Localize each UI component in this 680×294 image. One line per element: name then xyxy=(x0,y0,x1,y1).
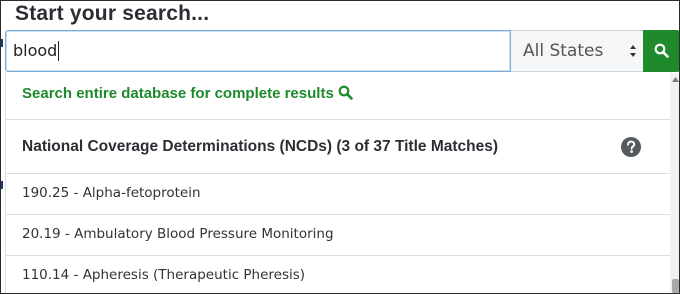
divider xyxy=(6,214,671,215)
edge-marker xyxy=(1,181,3,189)
search-icon xyxy=(338,85,353,100)
result-item[interactable]: 20.19 - Ambulatory Blood Pressure Monito… xyxy=(22,225,334,243)
page-title: Start your search... xyxy=(15,2,210,25)
section-title: National Coverage Determinations (NCDs) … xyxy=(22,138,499,155)
search-widget: Start your search... blood All States Se… xyxy=(0,0,680,294)
search-suggestions: Search entire database for complete resu… xyxy=(5,73,672,293)
divider xyxy=(6,119,671,120)
result-item[interactable]: 110.14 - Apheresis (Therapeutic Pheresis… xyxy=(22,266,305,284)
search-bar: blood All States xyxy=(5,30,679,72)
search-input[interactable]: blood xyxy=(5,30,511,72)
question-circle-icon[interactable] xyxy=(621,137,641,157)
search-icon xyxy=(654,43,669,58)
sort-arrows-icon xyxy=(630,45,636,57)
search-button[interactable] xyxy=(643,30,679,72)
text-caret xyxy=(58,41,59,61)
scrollbar[interactable] xyxy=(670,73,679,293)
result-item[interactable]: 190.25 - Alpha-fetoprotein xyxy=(22,184,201,202)
state-select[interactable]: All States xyxy=(511,30,644,72)
divider xyxy=(6,173,671,174)
search-entire-database-link[interactable]: Search entire database for complete resu… xyxy=(22,85,353,103)
scrollbar-thumb[interactable] xyxy=(672,279,679,293)
search-entire-database-label: Search entire database for complete resu… xyxy=(22,85,334,102)
state-select-value: All States xyxy=(523,41,604,61)
search-input-value: blood xyxy=(13,41,58,60)
divider xyxy=(6,255,671,256)
edge-marker xyxy=(1,39,3,47)
scroll-up-arrow-icon[interactable] xyxy=(672,77,679,82)
